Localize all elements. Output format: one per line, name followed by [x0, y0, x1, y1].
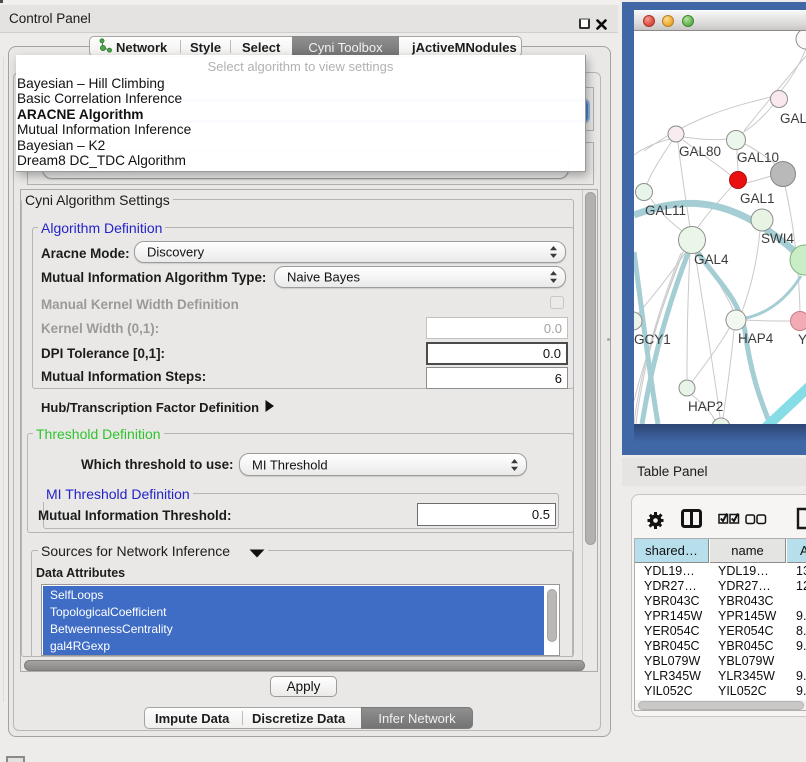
svg-text:GCY1: GCY1 [634, 332, 671, 347]
svg-text:GAL1: GAL1 [740, 191, 775, 206]
svg-text:HAP4: HAP4 [738, 331, 774, 346]
svg-text:HAP2: HAP2 [688, 399, 723, 414]
svg-text:GAL7: GAL7 [780, 111, 806, 126]
svg-text:GAL10: GAL10 [737, 150, 779, 165]
svg-text:Y: Y [798, 332, 806, 347]
svg-text:GAL80: GAL80 [679, 144, 721, 159]
svg-text:SWI4: SWI4 [761, 231, 794, 246]
svg-text:GAL4: GAL4 [694, 252, 729, 267]
svg-text:GAL11: GAL11 [645, 203, 686, 218]
